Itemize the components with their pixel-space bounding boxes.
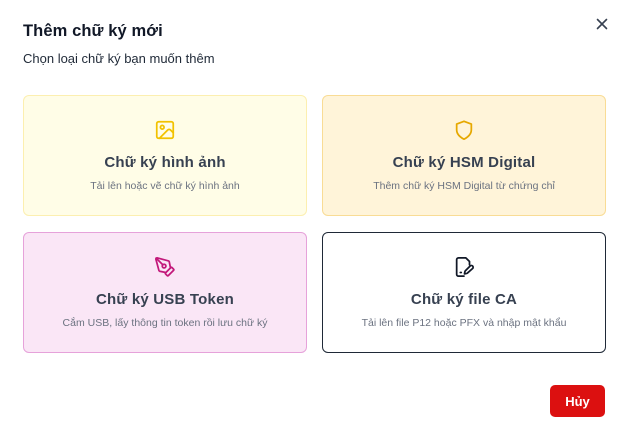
option-ca-file[interactable]: Chữ ký file CA Tải lên file P12 hoặc PFX… <box>322 232 606 353</box>
pen-nib-icon <box>153 255 177 279</box>
shield-icon <box>452 118 476 142</box>
option-description: Tải lên file P12 hoặc PFX và nhập mật kh… <box>361 317 567 329</box>
image-icon <box>153 118 177 142</box>
option-description: Thêm chữ ký HSM Digital từ chứng chỉ <box>373 180 555 192</box>
add-signature-dialog: Thêm chữ ký mới Chọn loại chữ ký bạn muố… <box>0 0 628 440</box>
cancel-button[interactable]: Hủy <box>550 385 605 417</box>
dialog-subtitle: Chọn loại chữ ký bạn muốn thêm <box>23 51 215 66</box>
option-image-signature[interactable]: Chữ ký hình ảnh Tải lên hoặc vẽ chữ ký h… <box>23 95 307 216</box>
close-icon <box>596 18 608 30</box>
option-description: Tải lên hoặc vẽ chữ ký hình ảnh <box>90 180 240 192</box>
dialog-title: Thêm chữ ký mới <box>23 22 163 40</box>
option-title: Chữ ký HSM Digital <box>392 154 536 171</box>
option-title: Chữ ký USB Token <box>96 291 234 308</box>
option-usb-token[interactable]: Chữ ký USB Token Cắm USB, lấy thông tin … <box>23 232 307 353</box>
option-title: Chữ ký file CA <box>410 291 518 308</box>
option-hsm-digital[interactable]: Chữ ký HSM Digital Thêm chữ ký HSM Digit… <box>322 95 606 216</box>
option-title: Chữ ký hình ảnh <box>104 154 226 171</box>
dialog-header: Thêm chữ ký mới Chọn loại chữ ký bạn muố… <box>23 22 215 66</box>
close-button[interactable] <box>592 14 612 34</box>
option-description: Cắm USB, lấy thông tin token rồi lưu chữ… <box>62 317 268 329</box>
file-signature-icon <box>452 255 476 279</box>
